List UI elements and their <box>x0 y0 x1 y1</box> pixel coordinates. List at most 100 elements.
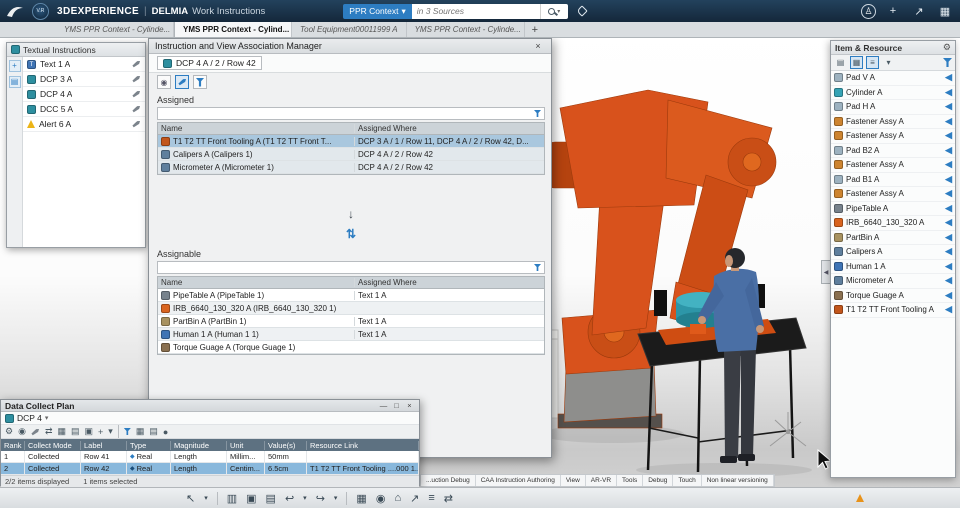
snapshot-icon[interactable]: ◉ <box>376 492 386 505</box>
list-item-calipers[interactable]: Calipers A ◀ <box>831 245 955 260</box>
copy-icon[interactable]: ▣ <box>85 426 94 437</box>
list-item-pad-h[interactable]: Pad H A ◀ <box>831 100 955 115</box>
assigned-row-calipers[interactable]: Calipers A (Calipers 1) DCP 4 A / 2 / Ro… <box>158 148 544 161</box>
swap-view-icon[interactable]: ⇄ <box>444 492 453 505</box>
edit-icon[interactable] <box>132 120 141 128</box>
panel-collapse-handle[interactable]: ◀ <box>821 260 830 284</box>
list-item-pipetable[interactable]: PipeTable A ◀ <box>831 202 955 216</box>
view-mode-icon[interactable]: ◉ <box>157 75 171 89</box>
ribbon-tab-non-linear-versioning[interactable]: Non linear versioning <box>702 475 774 486</box>
chevron-down-icon[interactable]: ▾ <box>204 494 208 502</box>
dcp-row-41[interactable]: 1 Collected Row 41 ◆ Real Length Millim..… <box>1 451 419 463</box>
paste-icon[interactable]: ▥ <box>227 492 237 505</box>
move-down-icon[interactable]: ↓ <box>348 207 354 221</box>
clipboard-icon[interactable]: ▤ <box>266 492 276 505</box>
layers-icon[interactable]: ≡ <box>428 492 434 504</box>
settings-icon[interactable]: ⚙ <box>5 426 13 437</box>
matrix-view-icon[interactable]: ▤ <box>149 426 158 437</box>
rows-icon[interactable]: ▤ <box>71 426 80 437</box>
undo-history-chevron-icon[interactable]: ▾ <box>303 494 307 502</box>
add-row-icon[interactable]: + <box>98 427 103 437</box>
swap-assignment-icon[interactable]: ⇅ <box>346 227 356 241</box>
list-item-cylinder[interactable]: Cylinder A ◀ <box>831 86 955 100</box>
assignable-row-robot[interactable]: IRB_6640_130_320 A (IRB_6640_130_320 1) <box>158 302 544 315</box>
minimize-icon[interactable]: — <box>378 401 389 410</box>
ribbon-tab-tools[interactable]: Tools <box>617 475 644 486</box>
more-options-icon[interactable]: ▾ <box>108 426 113 437</box>
insert-arrow-icon[interactable]: ◀ <box>945 246 952 257</box>
instruction-item-alert-6[interactable]: Alert 6 A <box>23 117 145 132</box>
tab-yms-ppr-context-3[interactable]: YMS PPR Context - Cylinde... <box>407 22 525 37</box>
add-content-icon[interactable]: + <box>884 5 902 17</box>
edit-icon[interactable] <box>31 427 40 435</box>
tab-yms-ppr-context-2-active[interactable]: YMS PPR Context - Cylind... <box>174 22 292 37</box>
filter-icon[interactable] <box>943 58 952 67</box>
edit-icon[interactable] <box>132 105 141 113</box>
list-item-pad-v[interactable]: Pad V A ◀ <box>831 71 955 86</box>
item-resource-titlebar[interactable]: Item & Resource ⚙ <box>831 41 955 55</box>
copy-icon[interactable]: ▣ <box>246 492 256 505</box>
insert-arrow-icon[interactable]: ◀ <box>945 87 952 98</box>
breadcrumb[interactable]: DCP 4 A / 2 / Row 42 <box>157 56 262 70</box>
fixture-block[interactable] <box>690 324 706 334</box>
filter-mode-icon[interactable] <box>193 75 207 89</box>
tab-yms-ppr-context-1[interactable]: YMS PPR Context - Cylinde... <box>56 22 174 37</box>
home-view-icon[interactable]: ⌂ <box>394 492 401 504</box>
insert-arrow-icon[interactable]: ◀ <box>945 72 952 83</box>
tree-view-icon[interactable]: ▦ <box>850 56 863 69</box>
capture-icon[interactable]: ◉ <box>18 426 26 437</box>
new-tab-button[interactable]: + <box>525 22 545 37</box>
monitor-left[interactable] <box>654 290 667 316</box>
sort-icon[interactable]: ▾ <box>882 56 895 69</box>
assigned-filter-input[interactable] <box>157 107 545 120</box>
list-view-icon[interactable]: ▤ <box>834 56 847 69</box>
assignable-row-torque-guage[interactable]: Torque Guage A (Torque Guage 1) <box>158 341 544 354</box>
instruction-item-text-1[interactable]: T Text 1 A <box>23 57 145 72</box>
grid-view-icon[interactable]: ▦ <box>136 426 145 437</box>
edit-mode-icon[interactable] <box>175 75 189 89</box>
insert-arrow-icon[interactable]: ◀ <box>945 188 952 199</box>
list-item-human[interactable]: Human 1 A ◀ <box>831 260 955 274</box>
instruction-item-dcp-3[interactable]: DCP 3 A <box>23 72 145 87</box>
list-item-robot[interactable]: IRB_6640_130_320 A ◀ <box>831 216 955 231</box>
tag-icon[interactable] <box>576 5 588 17</box>
ribbon-tab-debug[interactable]: Debug <box>643 475 674 486</box>
assignable-row-pipetable[interactable]: PipeTable A (PipeTable 1) Text 1 A <box>158 289 544 302</box>
textual-instructions-titlebar[interactable]: Textual Instructions <box>7 43 145 57</box>
assignable-filter-input[interactable] <box>157 261 545 274</box>
list-item-pad-b2[interactable]: Pad B2 A ◀ <box>831 144 955 158</box>
close-icon[interactable]: × <box>531 41 545 51</box>
warning-status-icon[interactable] <box>856 494 864 502</box>
ribbon-tab-instruction-debug[interactable]: ...uction Debug <box>421 475 476 486</box>
list-item-fastener-3[interactable]: Fastener Assy A ◀ <box>831 158 955 173</box>
search-scope-button[interactable]: PPR Context ▾ <box>343 3 412 19</box>
edit-icon[interactable] <box>132 60 141 68</box>
assigned-row-tooling[interactable]: T1 T2 TT Front Tooling A (T1 T2 TT Front… <box>158 135 544 148</box>
insert-arrow-icon[interactable]: ◀ <box>945 159 952 170</box>
share-icon[interactable]: ↗ <box>910 5 928 18</box>
ribbon-tab-ar-vr[interactable]: AR-VR <box>586 475 618 486</box>
search-button[interactable]: ▾ <box>539 3 568 19</box>
insert-arrow-icon[interactable]: ◀ <box>945 145 952 156</box>
compass-icon[interactable]: V.R <box>32 2 49 20</box>
close-icon[interactable]: × <box>404 401 415 410</box>
redo-history-chevron-icon[interactable]: ▾ <box>334 494 338 502</box>
list-item-partbin[interactable]: PartBin A ◀ <box>831 231 955 245</box>
tab-tool-equipment[interactable]: Tool Equipment00011999 A <box>292 22 407 37</box>
axis-triad-icon[interactable] <box>769 412 807 447</box>
ribbon-tab-touch[interactable]: Touch <box>673 475 702 486</box>
list-item-fastener-1[interactable]: Fastener Assy A ◀ <box>831 115 955 129</box>
edit-icon[interactable] <box>132 75 141 83</box>
search-input[interactable] <box>411 3 540 19</box>
table-view-icon[interactable]: ▦ <box>356 492 366 505</box>
assignable-row-partbin[interactable]: PartBin A (PartBin 1) Text 1 A <box>158 315 544 328</box>
dcp-titlebar[interactable]: Data Collect Plan — □ × <box>1 400 419 412</box>
apps-grid-icon[interactable]: ▦ <box>936 5 954 18</box>
undo-icon[interactable]: ↩ <box>285 492 294 505</box>
insert-arrow-icon[interactable]: ◀ <box>945 304 952 315</box>
redo-icon[interactable]: ↪ <box>316 492 325 505</box>
user-avatar[interactable]: ♙ <box>861 3 876 19</box>
table-icon[interactable]: ▦ <box>57 426 66 437</box>
filter-icon[interactable] <box>123 428 131 435</box>
list-item-fastener-2[interactable]: Fastener Assy A ◀ <box>831 129 955 144</box>
